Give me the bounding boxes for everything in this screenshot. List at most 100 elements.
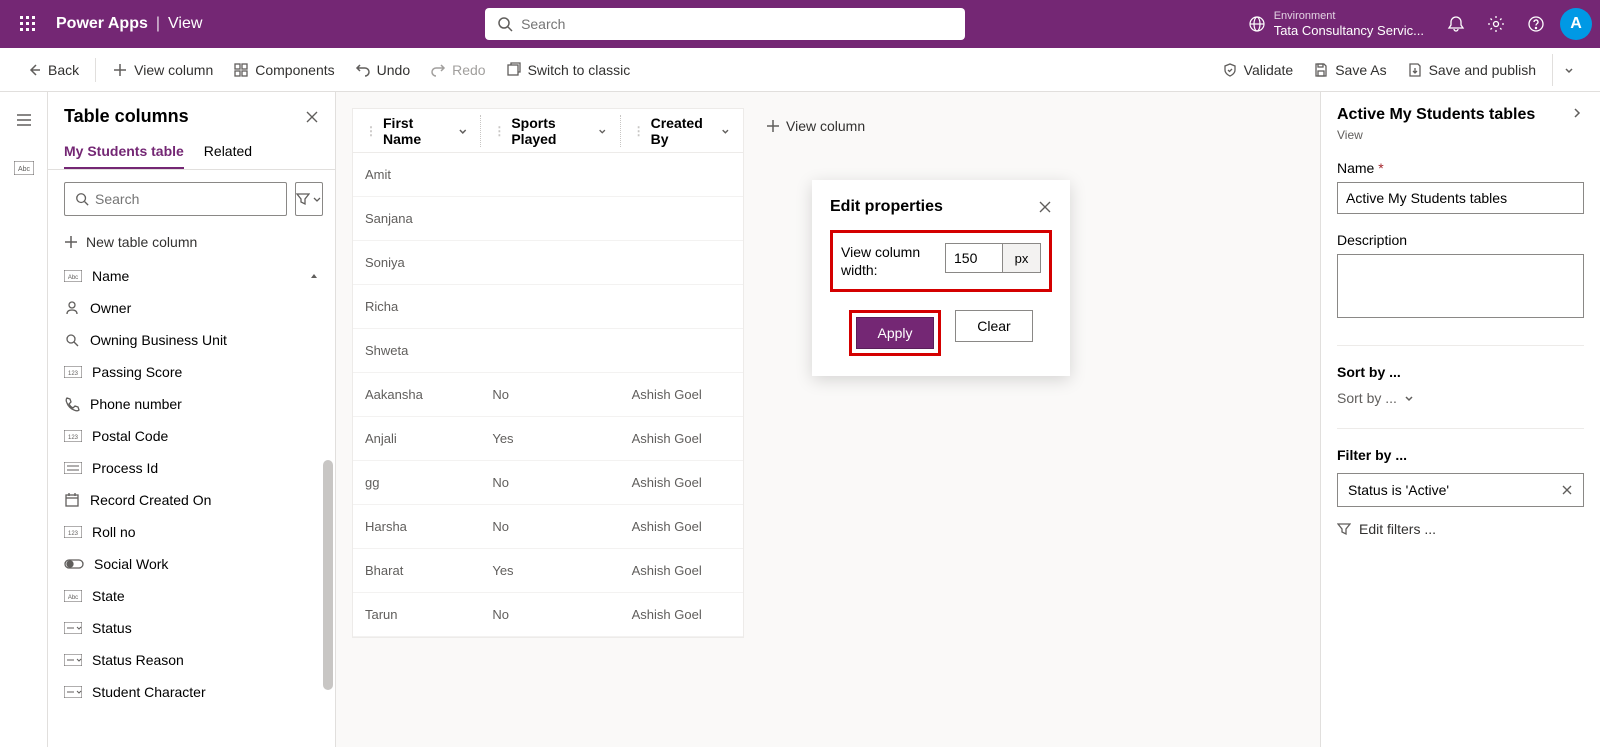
globe-icon — [1248, 15, 1266, 33]
data-grid: ⋮ First Name ⋮ Sports Played ⋮ Created B… — [352, 108, 744, 638]
list-item-label: Phone number — [90, 396, 182, 412]
list-item[interactable]: Abc Name — [48, 260, 335, 292]
table-row[interactable]: Sanjana — [353, 197, 743, 241]
panel-search[interactable] — [64, 182, 287, 216]
drag-handle-icon[interactable]: ⋮ — [365, 124, 377, 138]
tab-related[interactable]: Related — [204, 135, 252, 169]
cmdbar-overflow[interactable] — [1552, 54, 1584, 86]
validate-button[interactable]: Validate — [1212, 54, 1304, 86]
column-list: Abc Name OwnerOwning Business Unit123Passi… — [48, 260, 335, 747]
close-icon[interactable] — [1038, 200, 1052, 214]
table-row[interactable]: Amit — [353, 153, 743, 197]
table-row[interactable]: Soniya — [353, 241, 743, 285]
settings-icon[interactable] — [1476, 0, 1516, 48]
table-row[interactable]: HarshaNoAshish Goel — [353, 505, 743, 549]
list-item[interactable]: Status Reason — [48, 644, 335, 676]
environment-picker[interactable]: Environment Tata Consultancy Servic... — [1248, 10, 1424, 39]
list-item-label: Name — [92, 268, 129, 284]
abc-icon[interactable]: Abc — [8, 152, 40, 184]
table-row[interactable]: TarunNoAshish Goel — [353, 593, 743, 637]
save-publish-button[interactable]: Save and publish — [1397, 54, 1546, 86]
edit-filters-button[interactable]: Edit filters ... — [1337, 521, 1584, 537]
apply-highlight: Apply — [849, 310, 941, 356]
col-first-name[interactable]: ⋮ First Name — [353, 115, 480, 147]
drag-handle-icon[interactable]: ⋮ — [493, 124, 505, 138]
list-item[interactable]: Owner — [48, 292, 335, 324]
cell-sports: Yes — [480, 563, 619, 578]
cell-sports: No — [480, 475, 619, 490]
cell-first-name: Bharat — [353, 563, 480, 578]
list-item[interactable]: 123Passing Score — [48, 356, 335, 388]
scrollbar-thumb[interactable] — [323, 460, 333, 690]
list-item[interactable]: 123Roll no — [48, 516, 335, 548]
plus-icon — [766, 119, 780, 133]
avatar[interactable]: A — [1560, 8, 1592, 40]
name-input[interactable] — [1337, 182, 1584, 214]
chevron-right-icon[interactable] — [1570, 106, 1584, 120]
table-columns-panel: Table columns My Students table Related … — [48, 92, 336, 747]
list-item[interactable]: 123Postal Code — [48, 420, 335, 452]
filter-button[interactable] — [295, 182, 323, 216]
panel-search-input[interactable] — [95, 191, 276, 207]
table-row[interactable]: Richa — [353, 285, 743, 329]
cell-sports: Yes — [480, 431, 619, 446]
view-canvas: ⋮ First Name ⋮ Sports Played ⋮ Created B… — [336, 92, 1320, 747]
col-sports-played[interactable]: ⋮ Sports Played — [480, 115, 619, 147]
list-item[interactable]: Status — [48, 612, 335, 644]
num-icon: 123 — [64, 366, 82, 378]
redo-button: Redo — [420, 54, 495, 86]
list-item[interactable]: Social Work — [48, 548, 335, 580]
chevron-down-icon[interactable] — [457, 125, 469, 137]
width-input[interactable] — [946, 244, 1002, 272]
waffle-icon[interactable] — [8, 0, 48, 48]
list-item-label: Process Id — [92, 460, 158, 476]
table-row[interactable]: ggNoAshish Goel — [353, 461, 743, 505]
caret-up-icon — [309, 271, 319, 281]
opt-icon — [64, 654, 82, 666]
add-view-column-button[interactable]: View column — [752, 108, 879, 144]
svg-text:Abc: Abc — [68, 275, 78, 281]
apply-button[interactable]: Apply — [856, 317, 934, 349]
person-icon — [64, 300, 80, 316]
search-icon — [64, 332, 80, 348]
back-button[interactable]: Back — [16, 54, 89, 86]
help-icon[interactable] — [1516, 0, 1556, 48]
close-icon[interactable] — [305, 110, 319, 124]
switch-classic-button[interactable]: Switch to classic — [496, 54, 641, 86]
list-item[interactable]: Process Id — [48, 452, 335, 484]
save-publish-label: Save and publish — [1429, 62, 1536, 78]
undo-button[interactable]: Undo — [345, 54, 420, 86]
chevron-down-icon[interactable] — [597, 125, 608, 137]
list-item[interactable]: Phone number — [48, 388, 335, 420]
hamburger-icon[interactable] — [8, 104, 40, 136]
new-col-label: New table column — [86, 234, 197, 250]
notifications-icon[interactable] — [1436, 0, 1476, 48]
global-search[interactable] — [485, 8, 965, 40]
list-item[interactable]: Student Character — [48, 676, 335, 708]
save-as-button[interactable]: Save As — [1303, 54, 1396, 86]
table-row[interactable]: AnjaliYesAshish Goel — [353, 417, 743, 461]
table-row[interactable]: AakanshaNoAshish Goel — [353, 373, 743, 417]
table-row[interactable]: BharatYesAshish Goel — [353, 549, 743, 593]
list-item[interactable]: Record Created On — [48, 484, 335, 516]
sort-dropdown[interactable]: Sort by ... — [1337, 390, 1584, 406]
new-table-column[interactable]: New table column — [48, 228, 335, 260]
desc-input[interactable] — [1337, 254, 1584, 318]
filter-chip[interactable]: Status is 'Active' — [1337, 473, 1584, 507]
drag-handle-icon[interactable]: ⋮ — [633, 124, 645, 138]
list-item[interactable]: Owning Business Unit — [48, 324, 335, 356]
table-row[interactable]: Shweta — [353, 329, 743, 373]
global-search-input[interactable] — [521, 16, 953, 32]
cell-first-name: Anjali — [353, 431, 480, 446]
col-created-by[interactable]: ⋮ Created By — [620, 115, 743, 147]
view-column-button[interactable]: View column — [102, 54, 223, 86]
sort-title: Sort by ... — [1337, 364, 1584, 380]
list-item[interactable]: AbcState — [48, 580, 335, 612]
tab-my-students[interactable]: My Students table — [64, 135, 184, 169]
cell-first-name: Amit — [353, 167, 480, 182]
clear-button[interactable]: Clear — [955, 310, 1033, 342]
close-icon[interactable] — [1561, 484, 1573, 496]
cell-first-name: Richa — [353, 299, 480, 314]
chevron-down-icon[interactable] — [720, 125, 731, 137]
components-button[interactable]: Components — [223, 54, 344, 86]
